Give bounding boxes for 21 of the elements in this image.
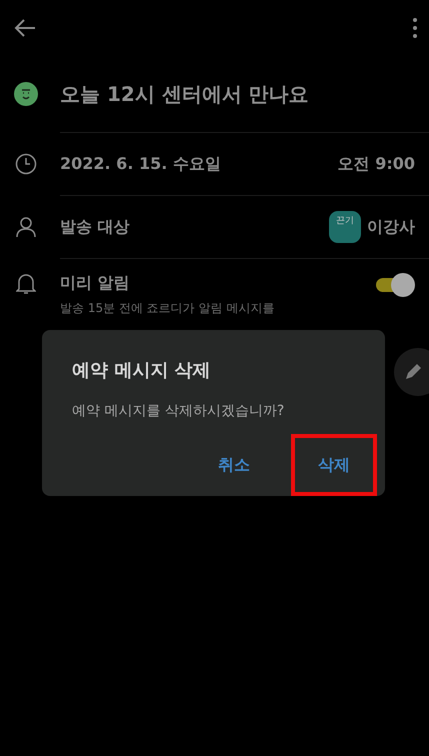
recipient-avatar: 끈기 (329, 211, 361, 243)
reminder-toggle[interactable] (375, 273, 415, 297)
clock-icon (15, 153, 37, 175)
delete-button[interactable]: 삭제 (291, 434, 377, 496)
reminder-label: 미리 알림 (60, 273, 131, 294)
back-icon[interactable] (14, 19, 36, 37)
recipient-label: 발송 대상 (60, 216, 131, 238)
dialog-title: 예약 메시지 삭제 (72, 359, 212, 382)
person-icon (15, 216, 37, 238)
pencil-icon (404, 363, 422, 381)
reminder-description: 발송 15분 전에 죠르디가 알림 메시지를 (60, 300, 276, 317)
edit-button[interactable] (394, 348, 429, 396)
bell-icon (16, 273, 36, 295)
message-title: 오늘 12시 센터에서 만나요 (60, 80, 309, 108)
send-date[interactable]: 2022. 6. 15. 수요일 (60, 154, 338, 174)
more-options-icon[interactable] (413, 18, 417, 38)
character-face-icon (14, 82, 38, 106)
dialog-message: 예약 메시지를 삭제하시겠습니까? (72, 402, 286, 420)
cancel-button[interactable]: 취소 (191, 434, 277, 496)
recipient-name: 이강사 (367, 216, 415, 238)
send-time[interactable]: 오전 9:00 (338, 154, 415, 174)
